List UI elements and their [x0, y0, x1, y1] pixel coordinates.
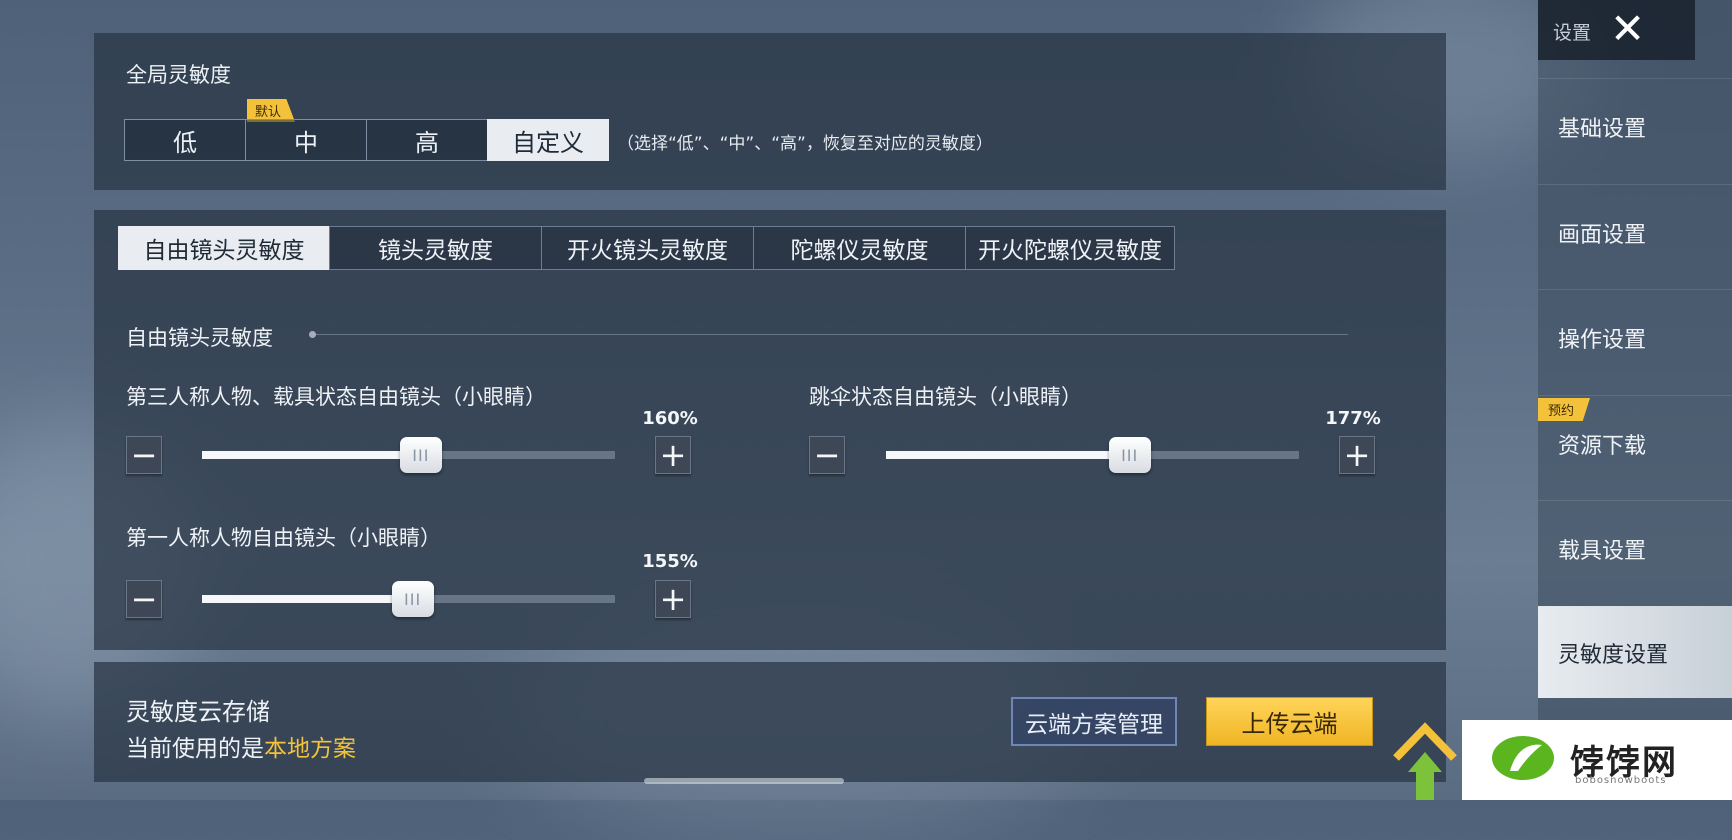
tab-camera[interactable]: 镜头灵敏度 — [329, 226, 542, 270]
slider-first-person-value: 155% — [642, 551, 698, 572]
slider-first-person-increase-button[interactable]: + — [655, 580, 691, 618]
plus-icon: + — [659, 580, 687, 618]
slider-parachute-value: 177% — [1325, 408, 1381, 429]
watermark-arrow-icon — [1393, 722, 1457, 800]
watermark-logo-icon — [1492, 736, 1554, 780]
sidebar-item-controls[interactable]: 操作设置 — [1538, 289, 1732, 385]
slider-parachute-label: 跳伞状态自由镜头（小眼睛） — [809, 385, 1082, 409]
sidebar-item-graphics[interactable]: 画面设置 — [1538, 184, 1732, 280]
slider-parachute-increase-button[interactable]: + — [1339, 436, 1375, 474]
sidebar-item-vehicle[interactable]: 载具设置 — [1538, 500, 1732, 596]
minus-icon: − — [130, 436, 158, 474]
slider-third-person-track[interactable]: III — [202, 437, 615, 473]
watermark-url: bobosnowboots — [1575, 775, 1667, 786]
global-sensitivity-selector: 低 中 高 自定义 — [124, 119, 609, 161]
minus-icon: − — [130, 580, 158, 618]
cloud-storage-status: 当前使用的是本地方案 — [126, 729, 356, 763]
slider-parachute-thumb[interactable]: III — [1108, 437, 1151, 473]
section-divider — [313, 334, 1348, 335]
slider-first-person-thumb[interactable]: III — [391, 581, 434, 617]
global-sensitivity-title: 全局灵敏度 — [126, 63, 231, 87]
plus-icon: + — [659, 436, 687, 474]
slider-first-person-label: 第一人称人物自由镜头（小眼睛） — [126, 526, 441, 550]
slider-first-person-fill — [202, 595, 413, 603]
slider-parachute-track[interactable]: III — [886, 437, 1299, 473]
sidebar-item-sensitivity[interactable]: 灵敏度设置 — [1538, 606, 1732, 698]
cloud-status-value: 本地方案 — [264, 736, 356, 762]
slider-first-person-decrease-button[interactable]: − — [126, 580, 162, 618]
cloud-manage-button[interactable]: 云端方案管理 — [1011, 697, 1177, 746]
grip-icon: III — [1121, 445, 1139, 465]
tab-gyroscope[interactable]: 陀螺仪灵敏度 — [753, 226, 966, 270]
plus-icon: + — [1343, 436, 1371, 474]
slider-third-person-value: 160% — [642, 408, 698, 429]
slider-third-person-increase-button[interactable]: + — [655, 436, 691, 474]
cloud-storage-title: 灵敏度云存储 — [126, 698, 270, 726]
slider-first-person-track[interactable]: III — [202, 581, 615, 617]
preset-medium-button[interactable]: 中 — [245, 119, 367, 161]
minus-icon: − — [813, 436, 841, 474]
slider-third-person-label: 第三人称人物、载具状态自由镜头（小眼睛） — [126, 385, 546, 409]
grip-icon: III — [412, 445, 430, 465]
tab-fire-gyroscope[interactable]: 开火陀螺仪灵敏度 — [965, 226, 1175, 270]
global-sensitivity-panel — [94, 33, 1446, 190]
sensitivity-detail-panel — [94, 210, 1446, 650]
preset-high-button[interactable]: 高 — [366, 119, 488, 161]
preset-low-button[interactable]: 低 — [124, 119, 246, 161]
close-icon[interactable]: ✕ — [1610, 8, 1645, 50]
slider-parachute-fill — [886, 451, 1130, 459]
preset-hint-text: （选择“低”、“中”、“高”，恢复至对应的灵敏度） — [617, 134, 993, 154]
slider-third-person-fill — [202, 451, 421, 459]
slider-third-person-decrease-button[interactable]: − — [126, 436, 162, 474]
tab-free-look[interactable]: 自由镜头灵敏度 — [118, 226, 330, 270]
preset-custom-button[interactable]: 自定义 — [487, 119, 609, 161]
section-title: 自由镜头灵敏度 — [126, 326, 273, 350]
scroll-indicator — [644, 778, 844, 784]
slider-parachute-decrease-button[interactable]: − — [809, 436, 845, 474]
grip-icon: III — [404, 589, 422, 609]
cloud-upload-button[interactable]: 上传云端 — [1206, 697, 1373, 746]
sidebar-header-title: 设置 — [1553, 22, 1592, 44]
reservation-badge: 预约 — [1538, 398, 1591, 421]
sensitivity-tabs: 自由镜头灵敏度 镜头灵敏度 开火镜头灵敏度 陀螺仪灵敏度 开火陀螺仪灵敏度 — [118, 226, 1175, 270]
sidebar-item-basic[interactable]: 基础设置 — [1538, 78, 1732, 174]
slider-third-person-thumb[interactable]: III — [399, 437, 442, 473]
tab-fire-camera[interactable]: 开火镜头灵敏度 — [541, 226, 754, 270]
cloud-status-prefix: 当前使用的是 — [126, 736, 264, 762]
